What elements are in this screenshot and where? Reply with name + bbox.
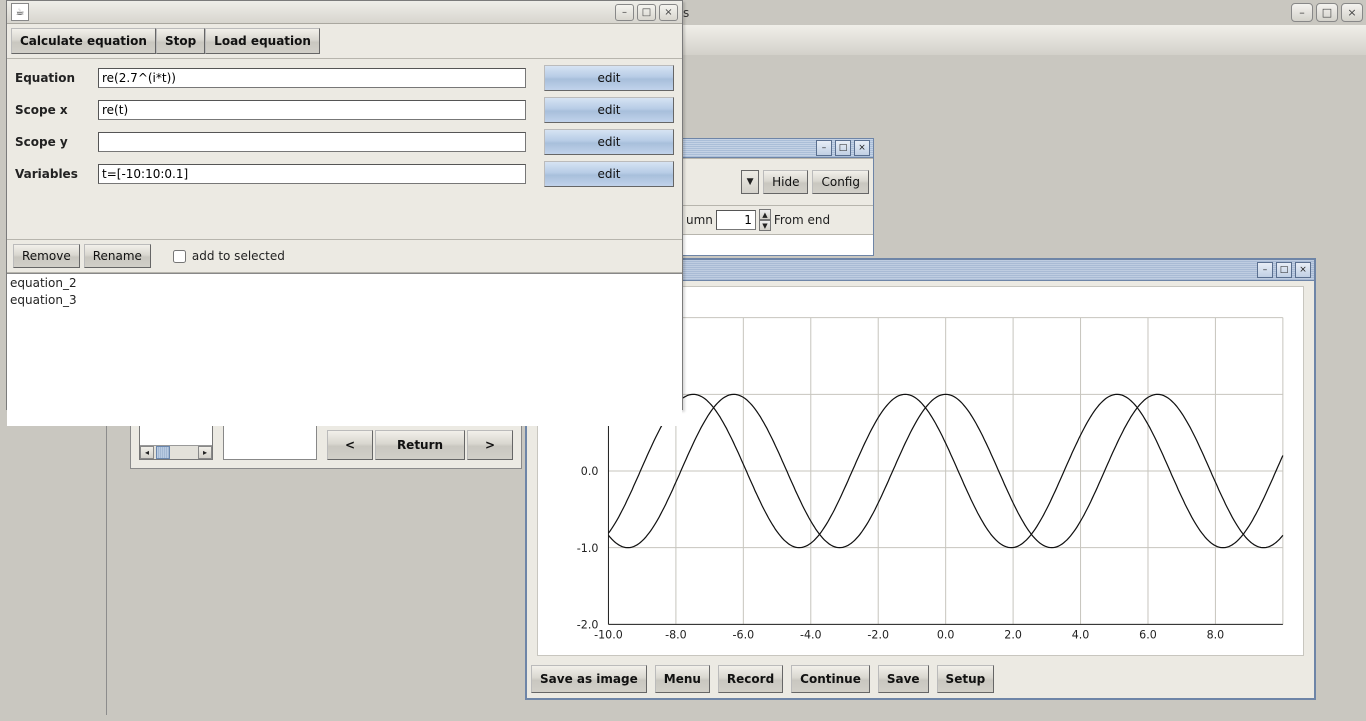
svg-text:-8.0: -8.0 — [665, 629, 687, 642]
scope-y-edit-button[interactable]: edit — [544, 129, 674, 155]
remove-button[interactable]: Remove — [13, 244, 80, 268]
equation-label: Equation — [15, 71, 98, 85]
os-min-button[interactable]: – — [1291, 3, 1313, 22]
close-icon[interactable]: ⨯ — [1295, 262, 1311, 278]
stop-button[interactable]: Stop — [156, 28, 205, 54]
scope-x-label: Scope x — [15, 103, 98, 117]
maximize-icon[interactable]: □ — [1276, 262, 1292, 278]
nav-back-button[interactable]: < — [327, 430, 373, 460]
minimize-icon[interactable]: – — [816, 140, 832, 156]
scope-y-input[interactable] — [98, 132, 526, 152]
dialog-titlebar[interactable]: ☕ – □ × — [7, 1, 682, 24]
svg-text:6.0: 6.0 — [1139, 629, 1157, 642]
dialog-max-button[interactable]: □ — [637, 4, 656, 21]
setup-button[interactable]: Setup — [937, 665, 995, 693]
config-panel: – □ ⨯ ▼ Hide Config umn ▲▼ From end — [681, 138, 874, 256]
dropdown-arrow-icon[interactable]: ▼ — [741, 170, 759, 194]
close-icon[interactable]: ⨯ — [854, 140, 870, 156]
java-icon: ☕ — [11, 3, 29, 21]
add-to-selected-checkbox[interactable] — [173, 250, 186, 263]
svg-text:0.0: 0.0 — [581, 465, 599, 478]
equation-dialog: ☕ – □ × Calculate equation Stop Load equ… — [6, 0, 683, 410]
svg-text:4.0: 4.0 — [1072, 629, 1090, 642]
config-titlebar[interactable]: – □ ⨯ — [682, 139, 873, 158]
scroll-right-icon[interactable]: ▸ — [198, 446, 212, 459]
column-spin-input[interactable] — [716, 210, 756, 230]
scope-y-label: Scope y — [15, 135, 98, 149]
thumbnail-scrollbar[interactable]: ◂ ▸ — [140, 445, 212, 459]
add-to-selected-label: add to selected — [192, 249, 285, 263]
equation-list-item[interactable]: equation_2 — [10, 275, 679, 292]
column-label-fragment: umn — [686, 213, 713, 227]
os-close-button[interactable]: × — [1341, 3, 1363, 22]
column-spinner[interactable]: ▲▼ — [759, 209, 771, 231]
svg-text:-4.0: -4.0 — [800, 629, 822, 642]
variables-label: Variables — [15, 167, 98, 181]
continue-button[interactable]: Continue — [791, 665, 870, 693]
equation-input[interactable] — [98, 68, 526, 88]
variables-edit-button[interactable]: edit — [544, 161, 674, 187]
svg-text:2.0: 2.0 — [1004, 629, 1022, 642]
menu-button[interactable]: Menu — [655, 665, 710, 693]
dialog-min-button[interactable]: – — [615, 4, 634, 21]
from-end-label: From end — [774, 213, 830, 227]
scope-x-edit-button[interactable]: edit — [544, 97, 674, 123]
svg-text:-2.0: -2.0 — [867, 629, 889, 642]
dialog-close-button[interactable]: × — [659, 4, 678, 21]
calculate-equation-button[interactable]: Calculate equation — [11, 28, 156, 54]
svg-text:8.0: 8.0 — [1207, 629, 1225, 642]
svg-text:-10.0: -10.0 — [594, 629, 623, 642]
os-max-button[interactable]: □ — [1316, 3, 1338, 22]
svg-text:-2.0: -2.0 — [577, 618, 599, 631]
load-equation-button[interactable]: Load equation — [205, 28, 320, 54]
svg-text:-6.0: -6.0 — [733, 629, 755, 642]
save-button[interactable]: Save — [878, 665, 929, 693]
record-button[interactable]: Record — [718, 665, 783, 693]
nav-forward-button[interactable]: > — [467, 430, 513, 460]
maximize-icon[interactable]: □ — [835, 140, 851, 156]
obscured-title-fragment: s — [683, 6, 689, 20]
hide-button[interactable]: Hide — [763, 170, 808, 194]
rename-button[interactable]: Rename — [84, 244, 151, 268]
save-as-image-button[interactable]: Save as image — [531, 665, 647, 693]
svg-text:-1.0: -1.0 — [577, 542, 599, 555]
return-button[interactable]: Return — [375, 430, 465, 460]
equation-edit-button[interactable]: edit — [544, 65, 674, 91]
svg-text:0.0: 0.0 — [937, 629, 955, 642]
scroll-left-icon[interactable]: ◂ — [140, 446, 154, 459]
scroll-thumb[interactable] — [156, 446, 170, 459]
equation-list[interactable]: equation_2equation_3 — [7, 273, 682, 426]
variables-input[interactable] — [98, 164, 526, 184]
equation-list-item[interactable]: equation_3 — [10, 292, 679, 309]
scope-x-input[interactable] — [98, 100, 526, 120]
config-blank-row — [682, 234, 873, 255]
config-button[interactable]: Config — [812, 170, 869, 194]
minimize-icon[interactable]: – — [1257, 262, 1273, 278]
